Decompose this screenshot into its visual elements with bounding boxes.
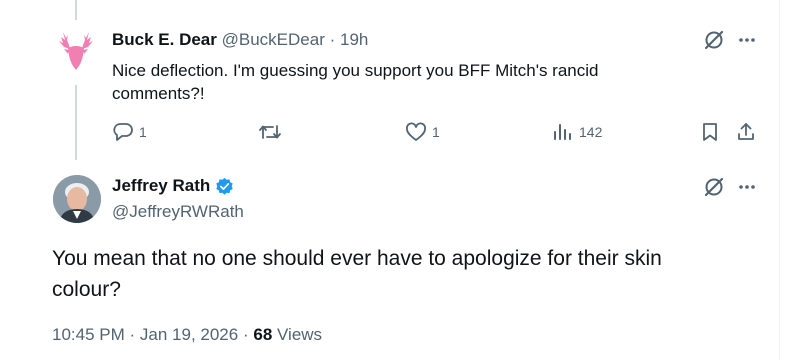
reply-handle[interactable]: @BuckEDear (222, 30, 325, 49)
comment-icon (113, 123, 133, 141)
main-handle[interactable]: @JeffreyRWRath (112, 202, 244, 222)
jeffrey-rath-avatar[interactable] (53, 175, 101, 223)
timeline-column: Buck E. Dear @BuckEDear · 19h Nice defle… (0, 0, 780, 360)
deer-head-icon (59, 32, 93, 70)
view-count: 142 (579, 124, 603, 140)
views-button[interactable]: 142 (552, 122, 602, 142)
verified-badge-icon[interactable] (215, 177, 234, 196)
more-icon[interactable] (737, 31, 757, 49)
like-button[interactable]: 1 (405, 122, 440, 142)
reply-count: 1 (139, 124, 147, 140)
repost-icon (259, 125, 281, 139)
share-button[interactable] (736, 122, 756, 142)
reply-button[interactable]: 1 (112, 122, 147, 142)
profile-photo (53, 175, 101, 223)
view-count: 68 (253, 325, 273, 344)
main-display-name[interactable]: Jeffrey Rath (112, 176, 210, 196)
tweet-meta: 10:45 PM · Jan 19, 2026 · 68 Views (52, 325, 322, 345)
thread-line (75, 0, 77, 20)
grok-icon[interactable] (703, 176, 725, 198)
heart-icon (406, 122, 426, 141)
grok-icon[interactable] (703, 29, 725, 51)
repost-button[interactable] (258, 122, 282, 142)
reply-header: Buck E. Dear @BuckEDear · 19h (112, 30, 368, 50)
analytics-icon (554, 124, 571, 140)
tweet-date[interactable]: Jan 19, 2026 (140, 325, 238, 344)
reply-time[interactable]: 19h (340, 30, 368, 49)
thread-line (75, 85, 77, 160)
share-icon (738, 123, 754, 140)
separator: · (242, 325, 249, 344)
reply-text: Nice deflection. I'm guessing you suppor… (112, 61, 599, 103)
reply-display-name[interactable]: Buck E. Dear (112, 30, 217, 49)
deer-avatar[interactable] (53, 28, 99, 74)
bookmark-button[interactable] (700, 122, 720, 142)
more-icon[interactable] (737, 178, 757, 196)
like-count: 1 (432, 124, 440, 140)
separator: · (329, 30, 336, 49)
bookmark-icon (703, 123, 717, 141)
main-display-name-row: Jeffrey Rath (112, 176, 234, 196)
views-label: Views (277, 325, 323, 344)
tweet-time[interactable]: 10:45 PM (52, 325, 125, 344)
main-tweet-text: You mean that no one should ever have to… (52, 247, 662, 301)
separator: · (129, 325, 136, 344)
